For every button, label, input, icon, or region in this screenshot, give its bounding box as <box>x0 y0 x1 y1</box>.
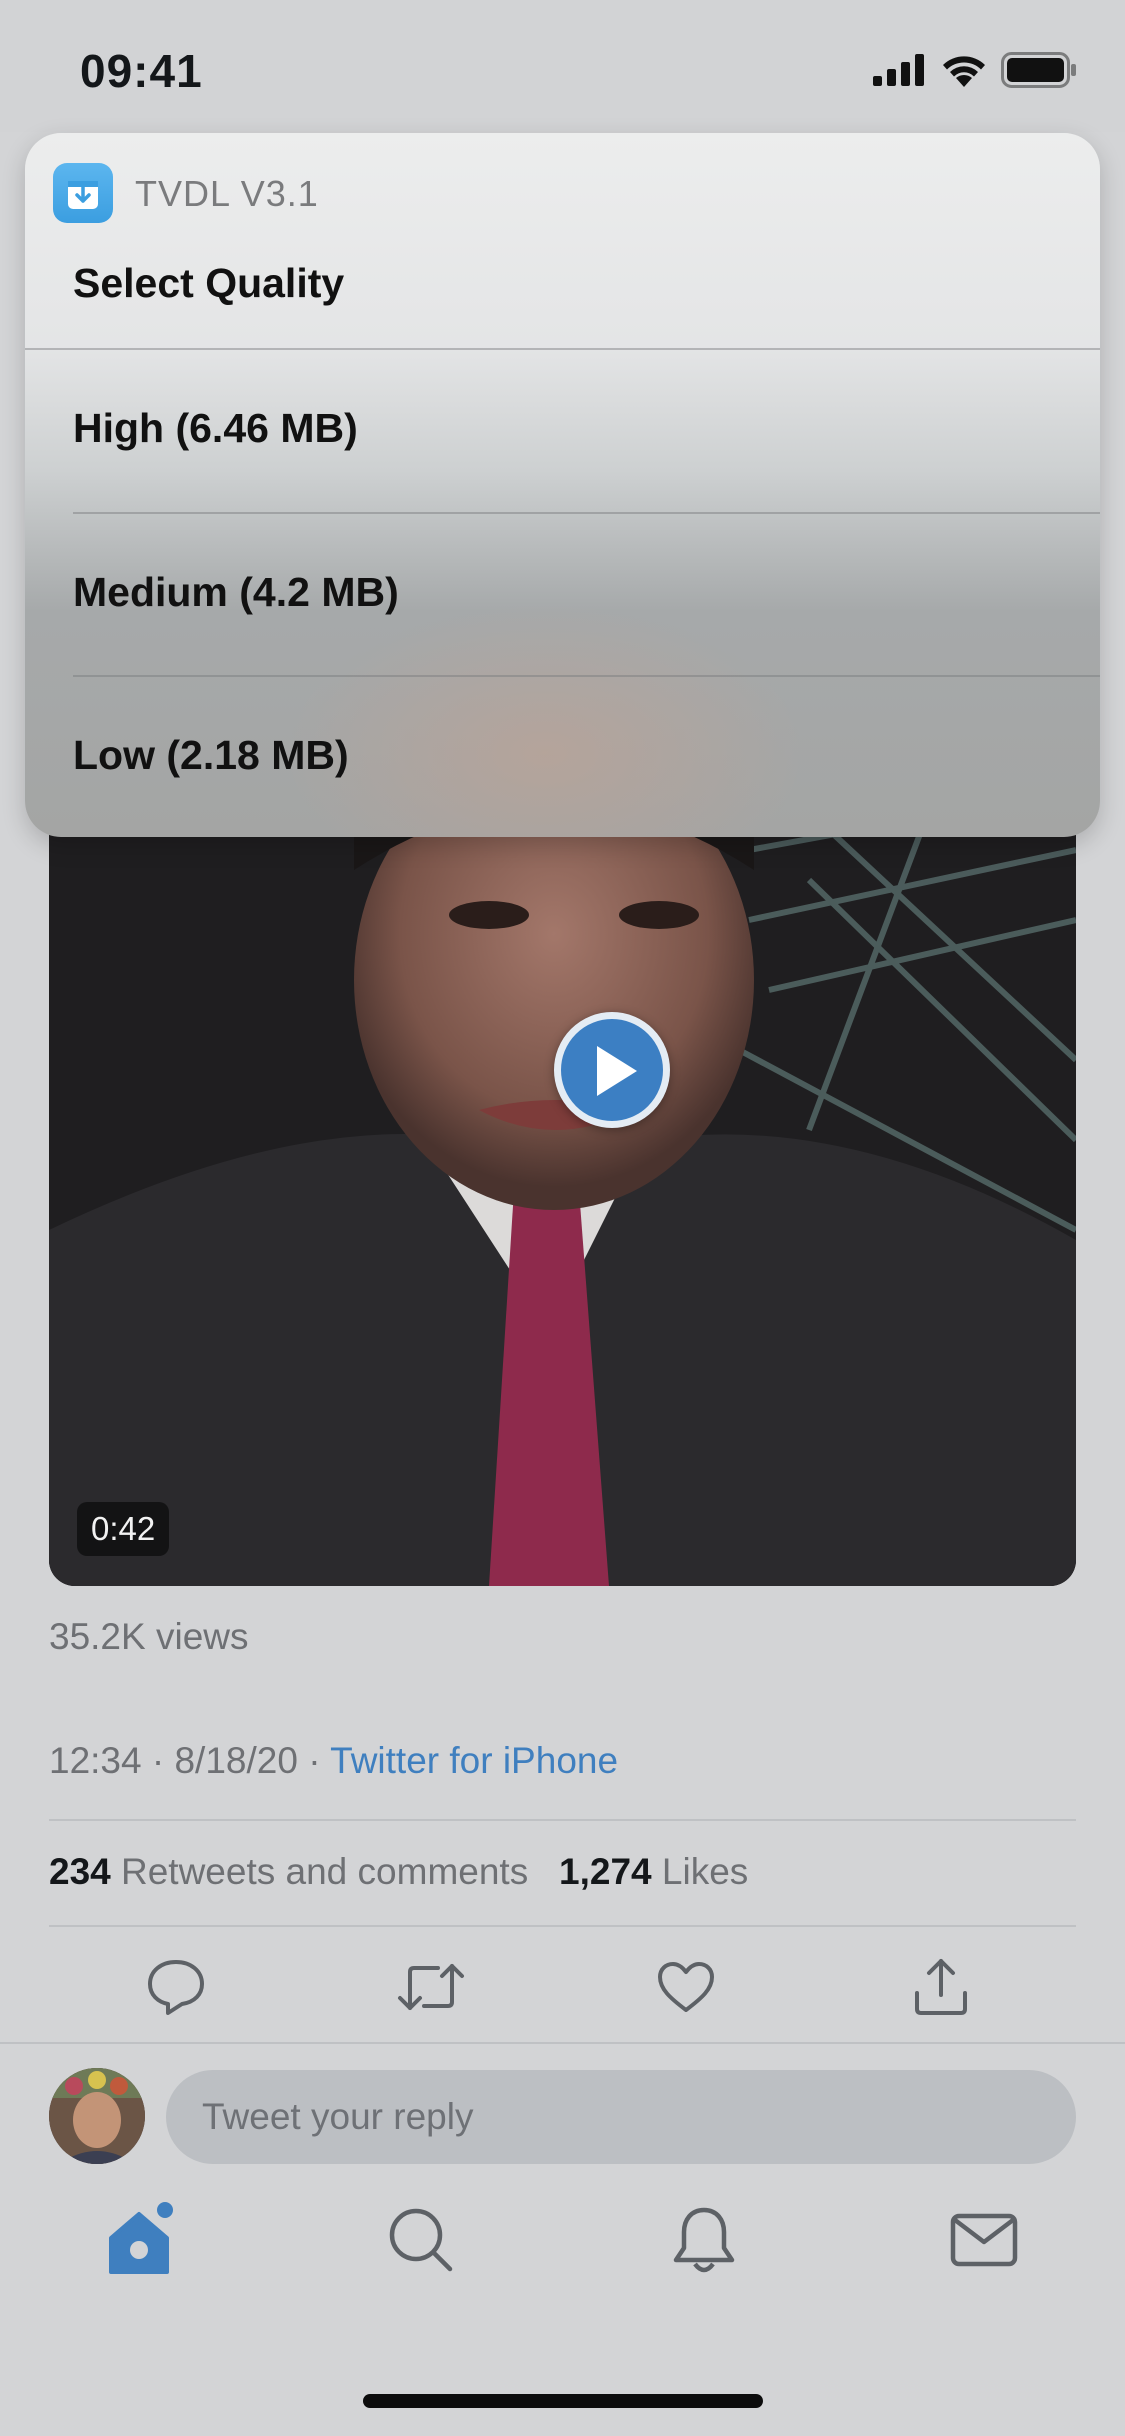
share-icon <box>915 1959 967 2015</box>
tweet-stats: 234 Retweets and comments 1,274 Likes <box>49 1851 748 1893</box>
tab-home[interactable] <box>101 2200 181 2280</box>
quality-option-high[interactable]: High (6.46 MB) <box>25 350 1100 512</box>
like-icon <box>658 1962 714 2012</box>
tweet-video[interactable]: 0:42 <box>49 810 1076 1586</box>
tweet-actions <box>49 1952 1076 2022</box>
popup-title: Select Quality <box>73 260 345 306</box>
home-indicator[interactable] <box>363 2394 763 2408</box>
tvdl-app-icon <box>53 163 113 223</box>
home-icon <box>109 2202 173 2274</box>
likes-count[interactable]: 1,274 <box>559 1851 652 1892</box>
retweets-count[interactable]: 234 <box>49 1851 111 1892</box>
tab-notifications[interactable] <box>664 2200 744 2280</box>
download-icon <box>68 181 98 209</box>
share-button[interactable] <box>906 1952 976 2022</box>
quality-option-medium[interactable]: Medium (4.2 MB) <box>25 514 1100 676</box>
notifications-icon <box>673 2207 735 2273</box>
retweet-icon <box>398 1964 464 2010</box>
tweet-meta: 12:34 · 8/18/20 · Twitter for iPhone <box>49 1740 618 1782</box>
divider <box>49 1819 1076 1821</box>
like-button[interactable] <box>651 1952 721 2022</box>
divider <box>49 1925 1076 1927</box>
reply-icon <box>148 1960 204 2015</box>
play-button[interactable] <box>554 1012 670 1128</box>
video-frame-image <box>49 810 1076 1586</box>
tab-search[interactable] <box>381 2200 461 2280</box>
cellular-signal-icon <box>873 54 924 86</box>
reply-bar <box>0 2042 1125 2170</box>
tweet-source-link[interactable]: Twitter for iPhone <box>330 1740 618 1781</box>
retweet-button[interactable] <box>396 1952 466 2022</box>
status-time: 09:41 <box>80 45 203 97</box>
messages-icon <box>950 2213 1018 2267</box>
tab-bar <box>0 2200 1125 2330</box>
tweet-timestamp: 12:34 · 8/18/20 · <box>49 1740 331 1781</box>
play-icon <box>597 1046 637 1096</box>
retweets-label: Retweets and comments <box>110 1851 529 1892</box>
reply-button[interactable] <box>141 1952 211 2022</box>
wifi-icon <box>943 56 985 87</box>
likes-label: Likes <box>651 1851 749 1892</box>
option-label: High (6.46 MB) <box>73 405 358 451</box>
popup-app-name: TVDL V3.1 <box>135 173 319 214</box>
avatar[interactable] <box>49 2068 145 2164</box>
status-bar: 09:41 <box>0 0 1125 132</box>
option-label: Low (2.18 MB) <box>73 732 349 778</box>
video-duration-badge: 0:42 <box>77 1502 170 1556</box>
option-label: Medium (4.2 MB) <box>73 569 399 615</box>
battery-icon <box>1001 52 1076 88</box>
reply-input[interactable] <box>166 2070 1076 2164</box>
search-icon <box>389 2208 453 2272</box>
avatar-image <box>49 2068 145 2164</box>
quality-popup: TVDL V3.1 Select Quality High (6.46 MB) … <box>25 133 1100 837</box>
views-count: 35.2K views <box>49 1616 249 1657</box>
status-icons <box>873 52 1077 88</box>
quality-option-low[interactable]: Low (2.18 MB) <box>25 677 1100 837</box>
tab-messages[interactable] <box>944 2200 1024 2280</box>
